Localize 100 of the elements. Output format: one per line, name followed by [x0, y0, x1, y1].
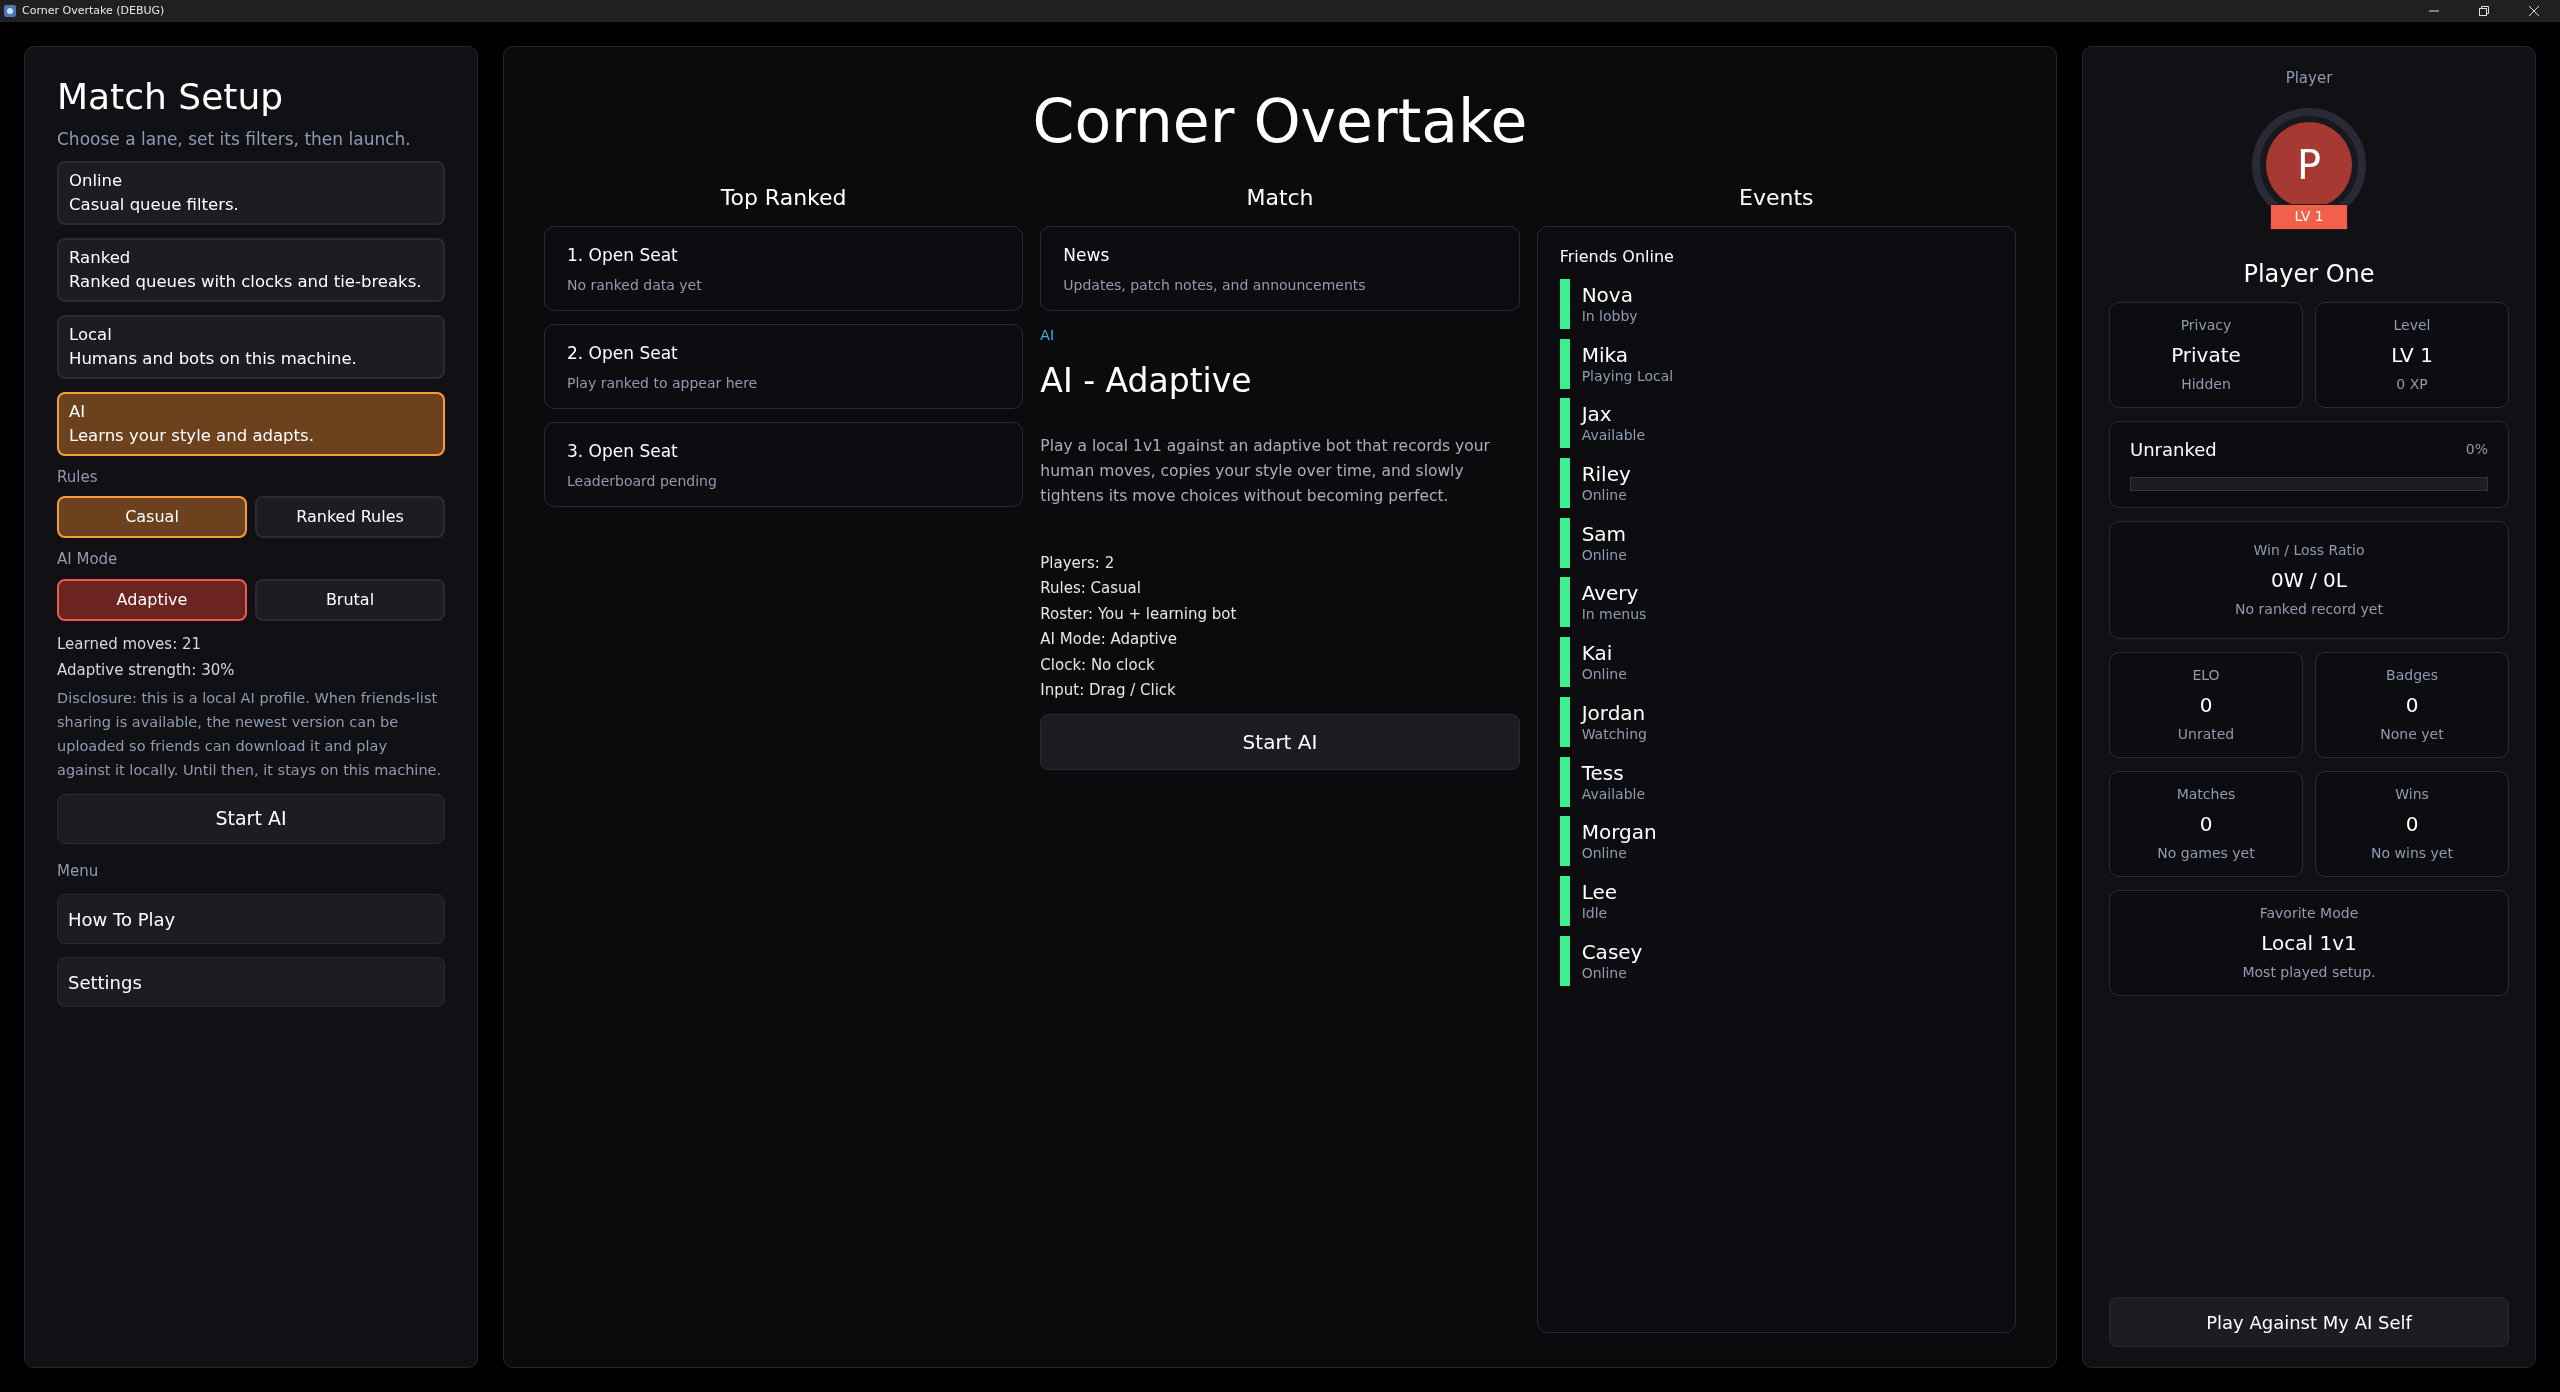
- card-subtitle: Leaderboard pending: [567, 471, 718, 491]
- stat-note: Unrated: [2177, 724, 2235, 744]
- rank-title: Unranked: [2130, 437, 2217, 462]
- stat-value: 0W / 0L: [2271, 566, 2347, 594]
- lane-option[interactable]: AI Learns your style and adapts.: [57, 391, 445, 456]
- detail-text: Input: Drag / Click: [1040, 680, 1177, 701]
- restore-icon: [2479, 6, 2489, 16]
- start-button[interactable]: Start AI: [57, 793, 445, 844]
- friend-name: Morgan: [1581, 820, 1657, 845]
- friend-status: Online: [1581, 486, 1628, 505]
- detail-text: AI Mode: Adaptive: [1040, 629, 1178, 650]
- stat-value: 0: [2405, 691, 2419, 719]
- section-label: Menu: [57, 860, 100, 882]
- column-heading: Match: [1245, 184, 1315, 212]
- friend-status: Online: [1581, 963, 1628, 982]
- stat-value: Private: [2171, 341, 2241, 369]
- card-title: 2. Open Seat: [567, 342, 679, 365]
- status-bar: [1559, 338, 1570, 389]
- card-subtitle: No ranked data yet: [567, 275, 703, 295]
- stat-label: ELO: [2192, 665, 2220, 685]
- friend-status: Online: [1581, 545, 1627, 564]
- play-button[interactable]: Play Against My AI Self: [2109, 1297, 2509, 1347]
- section-label: Rules: [57, 466, 99, 488]
- app-icon: [4, 5, 16, 17]
- status-bar: [1559, 398, 1570, 449]
- stat-label: Level: [2393, 315, 2431, 335]
- window-title: Corner Overtake (DEBUG): [22, 2, 165, 19]
- menu-item[interactable]: Settings: [57, 957, 445, 1007]
- stat-label: Favorite Mode: [2259, 903, 2359, 923]
- toggle-button[interactable]: Brutal: [255, 578, 445, 621]
- stat-note: No wins yet: [2371, 843, 2453, 863]
- friend-status: Available: [1581, 784, 1646, 803]
- stat-note: 0 XP: [2396, 374, 2428, 394]
- column-heading: Top Ranked: [719, 184, 848, 212]
- stat-label: Privacy: [2180, 315, 2232, 335]
- rank-reading: 0%: [2465, 439, 2488, 459]
- stat-value: 0: [2199, 691, 2213, 719]
- start-button[interactable]: Start AI: [1040, 713, 1520, 770]
- panel-title: Match Setup: [57, 75, 285, 119]
- card-title: Friends Online: [1559, 246, 1675, 268]
- lane-option[interactable]: Local Humans and bots on this machine.: [57, 314, 445, 379]
- friend-status: Available: [1581, 426, 1646, 445]
- lane-option[interactable]: Ranked Ranked queues with clocks and tie-breaks.: [57, 237, 445, 302]
- friend-name: Jax: [1581, 402, 1613, 427]
- toggle-button[interactable]: Adaptive: [57, 578, 247, 621]
- status-bar: [1559, 458, 1570, 509]
- match-description: Play a local 1v1 against an adaptive bot that records your human moves, copies your style over time, and slowly tightens its move choices without becoming perfect.: [1040, 435, 1491, 507]
- status-bar: [1559, 279, 1570, 329]
- level-badge: LV 1: [2270, 203, 2348, 230]
- subtitle: Choose a lane, set its filters, then launch.: [57, 128, 412, 151]
- menu-item[interactable]: How To Play: [57, 894, 445, 944]
- status-bar: [1559, 816, 1570, 867]
- lane-option[interactable]: Online Casual queue filters.: [57, 160, 445, 225]
- status-bar: [1559, 935, 1570, 986]
- section-label: AI Mode: [57, 549, 119, 570]
- friend-name: Casey: [1581, 939, 1643, 964]
- friend-name: Tess: [1581, 760, 1625, 785]
- friend-status: In menus: [1581, 605, 1647, 624]
- stat-note: No games yet: [2157, 843, 2255, 863]
- friend-name: Mika: [1581, 342, 1629, 367]
- stat-value: LV 1: [2391, 341, 2433, 369]
- mode-tag: AI: [1040, 325, 1520, 346]
- friend-name: Riley: [1581, 462, 1631, 487]
- status-bar: [1559, 875, 1570, 926]
- detail-text: Roster: You + learning bot: [1040, 603, 1238, 625]
- card-title: News: [1063, 244, 1111, 267]
- stat-value: 0: [2405, 810, 2419, 838]
- detail-text: Players: 2: [1040, 552, 1116, 574]
- close-icon: [2529, 6, 2539, 16]
- stat-label: Matches: [2176, 784, 2236, 804]
- stat-label: Win / Loss Ratio: [2253, 540, 2365, 560]
- card-title: 1. Open Seat: [567, 244, 679, 267]
- friend-name: Jordan: [1581, 700, 1647, 725]
- stat-note: Most played setup.: [2242, 962, 2376, 982]
- player-name: Player One: [2242, 258, 2376, 290]
- friend-name: Kai: [1581, 641, 1614, 666]
- friend-name: Lee: [1581, 879, 1618, 904]
- friend-status: In lobby: [1581, 307, 1638, 325]
- card-subtitle: Updates, patch notes, and announcements: [1063, 275, 1367, 295]
- stat-label: Wins: [2395, 784, 2429, 804]
- disclosure-text: Disclosure: this is a local AI profile. When friends-list sharing is available, the newest version can be uploaded so friends can download it and play against it locally. Until then, it stays on this machine.: [57, 688, 443, 780]
- friend-status: Idle: [1581, 903, 1609, 922]
- friend-name: Avery: [1581, 581, 1640, 606]
- detail-text: Rules: Casual: [1040, 578, 1142, 599]
- stat-value: 0: [2199, 810, 2213, 838]
- status-bar: [1559, 577, 1570, 628]
- status-bar: [1559, 756, 1570, 807]
- app-title: Corner Overtake: [1031, 85, 1529, 158]
- friend-status: Playing Local: [1581, 366, 1674, 385]
- friend-name: Nova: [1581, 283, 1634, 307]
- friend-status: Watching: [1581, 724, 1647, 743]
- status-bar: [1559, 696, 1570, 747]
- stat-text: Adaptive strength: 30%: [57, 660, 236, 681]
- stat-label: Badges: [2386, 665, 2438, 685]
- friend-status: Online: [1581, 844, 1628, 863]
- toggle-button[interactable]: Casual: [57, 496, 247, 538]
- toggle-button[interactable]: Ranked Rules: [255, 496, 445, 538]
- stat-note: No ranked record yet: [2235, 599, 2383, 619]
- friend-status: Online: [1581, 665, 1627, 684]
- status-bar: [1559, 637, 1570, 688]
